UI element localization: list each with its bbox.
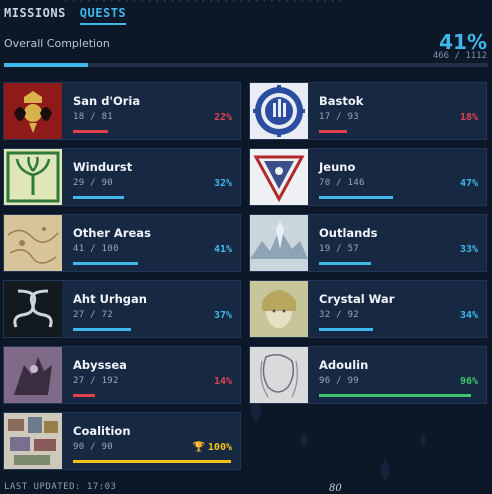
card-percent: 96%: [459, 376, 478, 387]
card-count: 18 / 81: [73, 112, 114, 122]
card-progress-bar: [73, 196, 124, 199]
card-count: 17 / 93: [319, 112, 360, 122]
card-percent-value: 100%: [207, 442, 232, 453]
card-percent: 14%: [213, 376, 232, 387]
overall-progress-fill: [4, 63, 89, 67]
card-count: 90 / 90: [73, 442, 114, 452]
old-map-art-icon: [4, 215, 62, 271]
card-name: Crystal War: [319, 292, 395, 306]
card-count: 96 / 99: [319, 376, 360, 386]
card-count: 70 / 146: [319, 178, 365, 188]
card-count: 27 / 72: [73, 310, 114, 320]
area-card-other-areas[interactable]: Other Areas 41 / 100 41%: [3, 214, 241, 272]
overall-completion-count: 466 / 1112: [432, 51, 487, 61]
san-doria-crest-icon: [4, 83, 62, 139]
card-count: 27 / 192: [73, 376, 119, 386]
last-updated: LAST UPDATED: 17:03: [4, 482, 117, 492]
overall-progress-bar: [4, 63, 488, 67]
card-progress-bar: [73, 328, 131, 331]
tab-bar: MISSIONS QUESTS: [4, 6, 127, 25]
tab-quests[interactable]: QUESTS: [79, 6, 127, 25]
area-card-coalition[interactable]: Coalition 90 / 90 🏆 100%: [3, 412, 241, 470]
card-name: Outlands: [319, 226, 378, 240]
card-name: Bastok: [319, 94, 364, 108]
jeuno-triangle-emblem-icon: [250, 149, 308, 205]
trophy-icon: 🏆: [192, 442, 205, 453]
card-count: 29 / 90: [73, 178, 114, 188]
card-progress-bar: [73, 460, 231, 463]
card-count: 32 / 92: [319, 310, 360, 320]
card-progress-bar: [319, 262, 371, 265]
tab-missions[interactable]: MISSIONS: [4, 6, 66, 25]
area-card-windurst[interactable]: Windurst 29 / 90 32%: [3, 148, 241, 206]
area-card-crystal-war[interactable]: Crystal War 32 / 92 34%: [249, 280, 487, 338]
area-card-aht-urhgan[interactable]: Aht Urhgan 27 / 72 37%: [3, 280, 241, 338]
card-progress-bar: [73, 394, 95, 397]
card-percent: 🏆 100%: [192, 442, 232, 453]
card-percent: 41%: [213, 244, 232, 255]
card-count: 19 / 57: [319, 244, 360, 254]
card-percent: 32%: [213, 178, 232, 189]
card-name: Windurst: [73, 160, 133, 174]
card-count: 41 / 100: [73, 244, 119, 254]
area-card-adoulin[interactable]: Adoulin 96 / 99 96%: [249, 346, 487, 404]
area-card-jeuno[interactable]: Jeuno 70 / 146 47%: [249, 148, 487, 206]
card-name: Jeuno: [319, 160, 356, 174]
card-name: Aht Urhgan: [73, 292, 147, 306]
crystal-war-portrait-art-icon: [250, 281, 308, 337]
card-percent: 37%: [213, 310, 232, 321]
bastok-gear-emblem-icon: [250, 83, 308, 139]
card-progress-bar: [319, 196, 393, 199]
card-progress-bar: [319, 130, 347, 133]
card-percent: 22%: [213, 112, 232, 123]
area-card-abyssea[interactable]: Abyssea 27 / 192 14%: [3, 346, 241, 404]
coalition-collage-art-icon: [4, 413, 62, 469]
card-percent: 33%: [459, 244, 478, 255]
card-percent: 47%: [459, 178, 478, 189]
card-percent: 34%: [459, 310, 478, 321]
card-progress-bar: [319, 394, 471, 397]
card-name: Abyssea: [73, 358, 127, 372]
adoulin-sketch-art-icon: [250, 347, 308, 403]
card-progress-bar: [319, 328, 373, 331]
card-progress-bar: [73, 262, 138, 265]
page-number: 80: [329, 483, 342, 494]
card-name: Coalition: [73, 424, 131, 438]
card-name: Other Areas: [73, 226, 151, 240]
card-percent: 18%: [459, 112, 478, 123]
overall-completion-label: Overall Completion: [4, 37, 110, 50]
card-progress-bar: [73, 130, 108, 133]
area-card-outlands[interactable]: Outlands 19 / 57 33%: [249, 214, 487, 272]
card-name: Adoulin: [319, 358, 369, 372]
abyssea-creature-art-icon: [4, 347, 62, 403]
area-card-san-doria[interactable]: San d'Oria 18 / 81 22%: [3, 82, 241, 140]
outlands-landscape-art-icon: [250, 215, 308, 271]
card-name: San d'Oria: [73, 94, 141, 108]
windurst-tree-emblem-icon: [4, 149, 62, 205]
area-card-bastok[interactable]: Bastok 17 / 93 18%: [249, 82, 487, 140]
aht-urhgan-serpent-emblem-icon: [4, 281, 62, 337]
